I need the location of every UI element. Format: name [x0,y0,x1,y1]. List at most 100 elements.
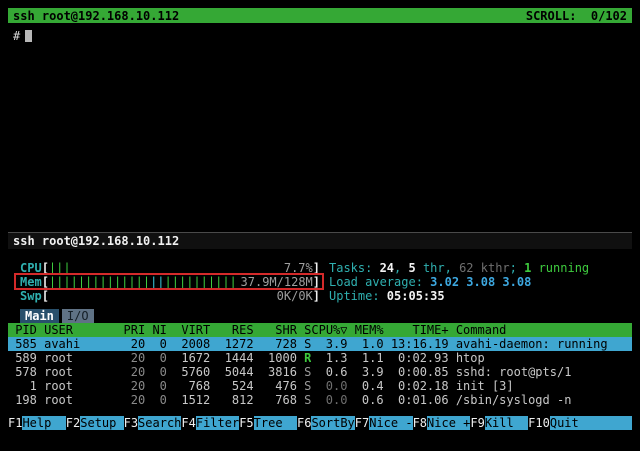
cell-ni: 0 [145,351,167,365]
cell-s: S [297,379,311,393]
uptime-line: Uptime: 05:05:35 [329,289,589,303]
fkey-label-f5[interactable]: Tree [254,416,297,430]
fkey-f2[interactable]: F2 [66,416,80,430]
fkey-f9[interactable]: F9 [470,416,484,430]
fkey-f7[interactable]: F7 [355,416,369,430]
fkey-label-f1[interactable]: Help [22,416,65,430]
cell-virt: 1672 [167,351,210,365]
column-header-user[interactable]: USER [37,323,116,337]
cell-res: 5044 [210,365,253,379]
cell-mem: 3.9 [347,365,383,379]
fkey-f10[interactable]: F10 [528,416,550,430]
column-header-pid[interactable]: PID [8,323,37,337]
cell-virt: 5760 [167,365,210,379]
cell-pid: 585 [8,337,37,351]
mem-bars-cache: |||||||||| [165,275,237,289]
fkey-label-f10[interactable]: Quit [550,416,632,430]
uptime-label: Uptime: [329,289,387,303]
cell-s: R [297,351,311,365]
column-header-cmd[interactable]: Command [449,323,632,337]
bottom-pane-titlebar: ssh root@192.168.10.112 [8,232,632,249]
cell-pri: 20 [116,351,145,365]
info-column: Tasks: 24, 5 thr, 62 kthr; 1 running Loa… [320,261,589,303]
cell-cpu: 0.0 [311,379,347,393]
fkey-f1[interactable]: F1 [8,416,22,430]
cell-pid: 578 [8,365,37,379]
cpu-meter: CPU[|||7.7%] [20,261,320,275]
bottom-pane-title: ssh root@192.168.10.112 [13,234,179,248]
cell-pri: 20 [116,337,145,351]
cell-shr: 1000 [254,351,297,365]
table-row[interactable]: 585avahi20020081272728S3.91.013:16.19ava… [8,337,632,351]
fkey-f5[interactable]: F5 [239,416,253,430]
cell-user: root [37,365,116,379]
table-row[interactable]: 578root200576050443816S0.63.90:00.85sshd… [8,365,632,379]
cell-pid: 198 [8,393,37,407]
cell-cpu: 3.9 [311,337,347,351]
cell-mem: 1.0 [347,337,383,351]
cell-time: 0:02.18 [384,379,449,393]
column-header-time[interactable]: TIME+ [384,323,449,337]
meter-close-bracket: ] [313,275,320,289]
column-header-shr[interactable]: SHR [254,323,297,337]
tab-i-o[interactable]: I/O [62,309,94,323]
cell-user: root [37,393,116,407]
column-header-pri[interactable]: PRI [116,323,145,337]
cell-user: avahi [37,337,116,351]
cpu-meter-label: CPU [20,261,42,275]
column-header-virt[interactable]: VIRT [167,323,210,337]
process-table-body: 585avahi20020081272728S3.91.013:16.19ava… [8,337,632,407]
cell-ni: 0 [145,393,167,407]
cpu-bars: ||| [49,261,71,275]
column-header-s[interactable]: S [297,323,311,337]
running-label: running [531,261,589,275]
column-header-mem[interactable]: MEM% [347,323,383,337]
scroll-indicator: SCROLL: 0/102 [526,9,627,23]
fkey-f8[interactable]: F8 [413,416,427,430]
column-header-cpu[interactable]: CPU%▽ [311,323,347,337]
swap-meter-value: 0K/0K [277,289,313,303]
cell-s: S [297,393,311,407]
meter-open-bracket: [ [42,275,49,289]
fkey-label-f7[interactable]: Nice - [369,416,412,430]
fkey-label-f8[interactable]: Nice + [427,416,470,430]
fkey-label-f2[interactable]: Setup [80,416,123,430]
cell-pid: 1 [8,379,37,393]
column-header-res[interactable]: RES [210,323,253,337]
cell-pri: 20 [116,379,145,393]
tasks-count: 24 [380,261,394,275]
cell-ni: 0 [145,379,167,393]
fkey-f4[interactable]: F4 [181,416,195,430]
terminal-screen: ssh root@192.168.10.112 SCROLL: 0/102 # … [8,8,632,443]
cell-cpu: 1.3 [311,351,347,365]
table-row[interactable]: 1root200768524476S0.00.40:02.18init [3] [8,379,632,393]
meter-close-bracket: ] [313,289,320,303]
meters-column: CPU[|||7.7%] Mem[|||||||||||||||||||||||… [20,261,320,303]
shell-prompt-line[interactable]: # [8,29,632,43]
fkey-label-f9[interactable]: Kill [485,416,528,430]
shell-prompt: # [13,29,20,43]
column-header-ni[interactable]: NI [145,323,167,337]
table-row[interactable]: 589root200167214441000R1.31.10:02.93htop [8,351,632,365]
fkey-f6[interactable]: F6 [297,416,311,430]
fkey-f3[interactable]: F3 [124,416,138,430]
cell-user: root [37,379,116,393]
table-row[interactable]: 198root2001512812768S0.00.60:01.06/sbin/… [8,393,632,407]
top-pane-title: ssh root@192.168.10.112 [13,9,179,23]
cpu-meter-value: 7.7% [284,261,313,275]
cell-shr: 3816 [254,365,297,379]
fkey-label-f3[interactable]: Search [138,416,181,430]
kernel-threads: 62 kthr [459,261,510,275]
separator: , [394,261,408,275]
cell-pri: 20 [116,393,145,407]
process-table-header: PIDUSERPRINIVIRTRESSHRSCPU%▽MEM%TIME+Com… [8,323,632,337]
tab-main[interactable]: Main [20,309,59,323]
cell-shr: 728 [254,337,297,351]
cell-time: 13:16.19 [384,337,449,351]
fkey-label-f4[interactable]: Filter [196,416,239,430]
cell-time: 0:02.93 [384,351,449,365]
swap-meter: Swp[0K/0K] [20,289,320,303]
cell-mem: 0.4 [347,379,383,393]
cell-shr: 768 [254,393,297,407]
fkey-label-f6[interactable]: SortBy [311,416,354,430]
